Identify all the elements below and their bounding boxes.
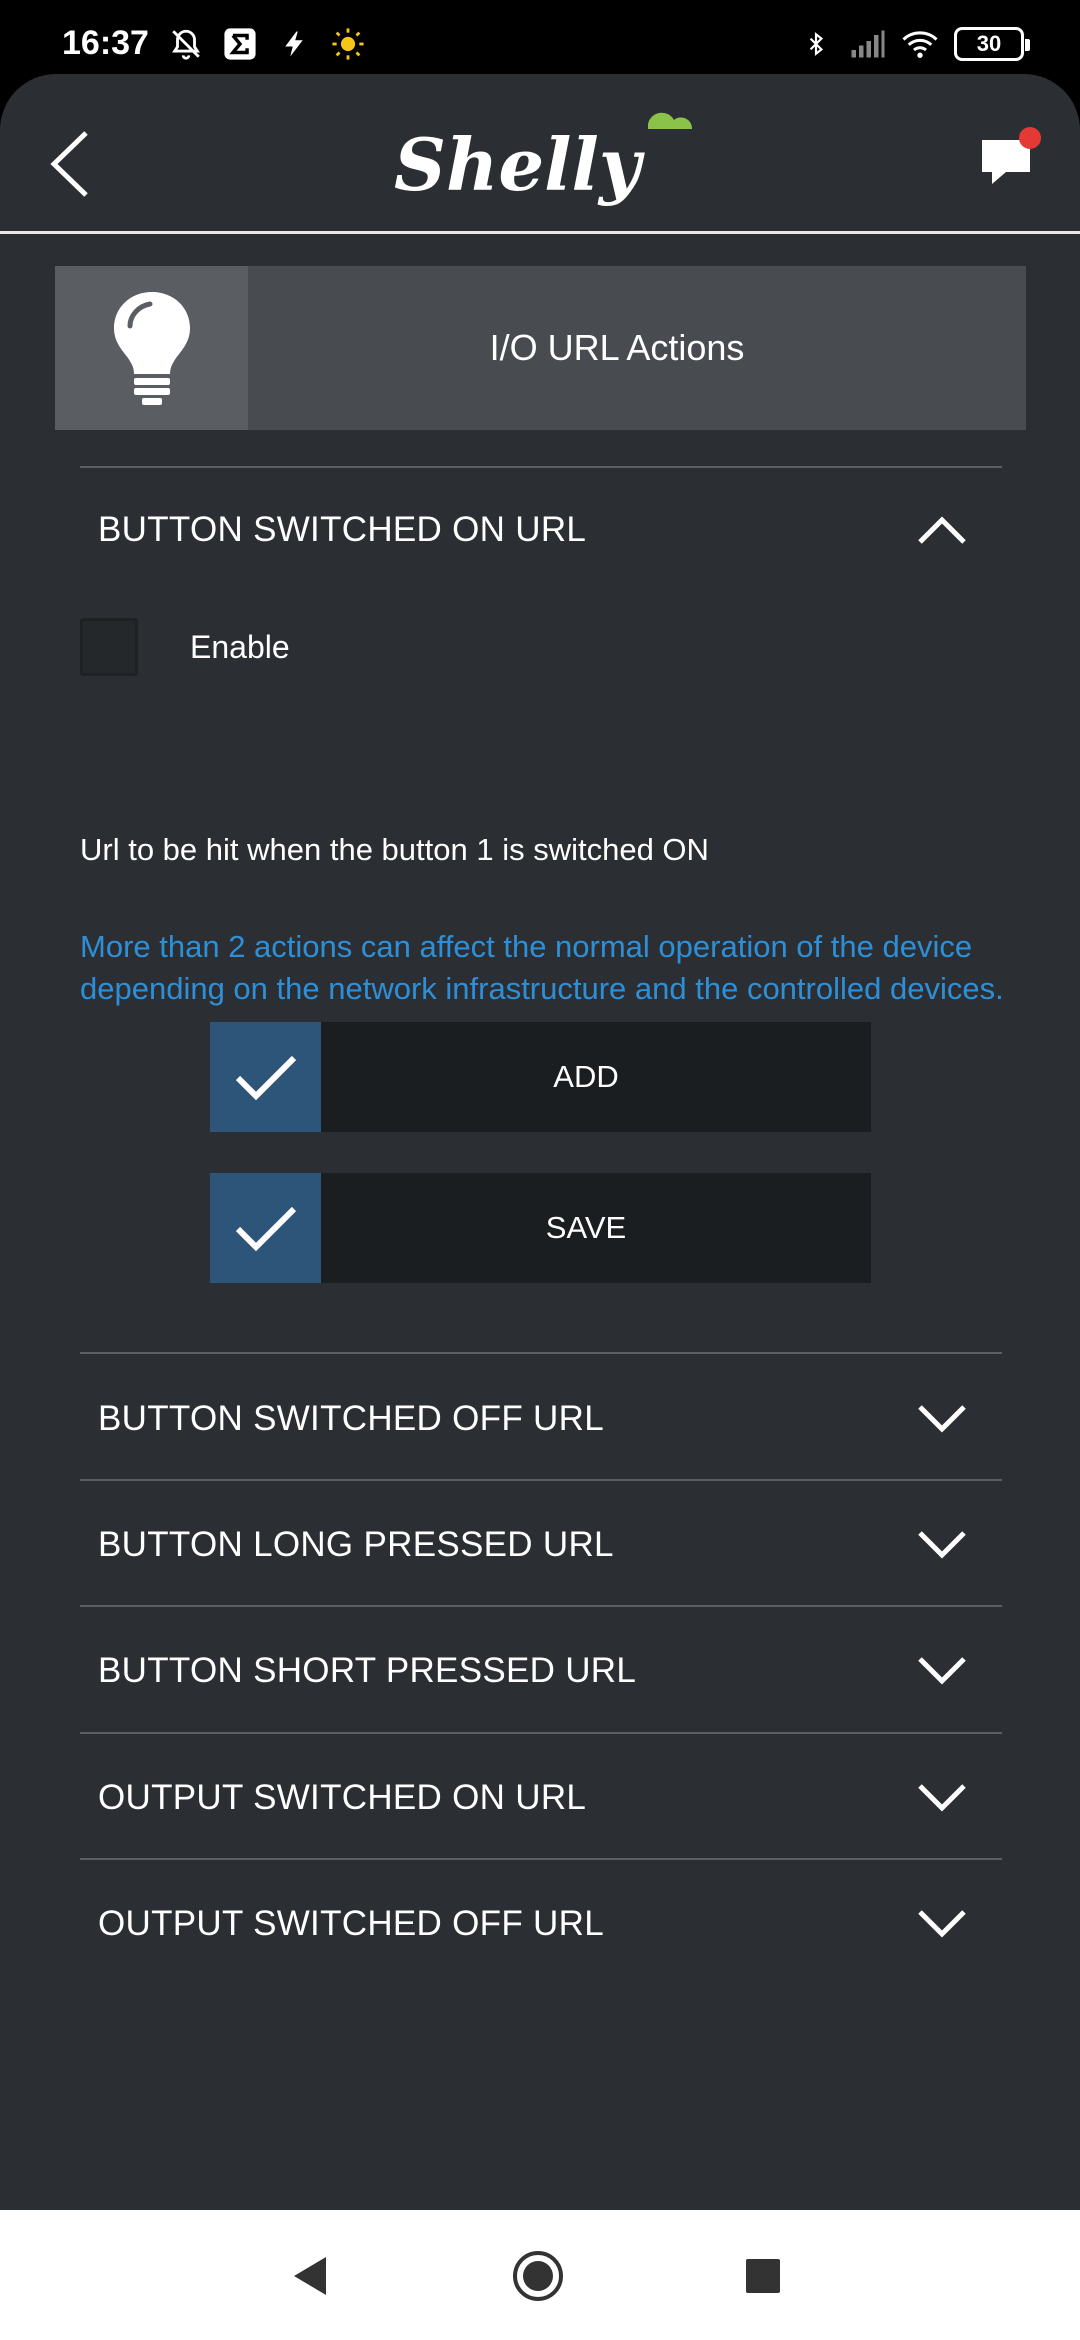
nav-back-button[interactable] (282, 2248, 338, 2304)
chevron-down-icon[interactable] (912, 1525, 972, 1565)
device-icon-box (55, 266, 248, 430)
chevron-down-icon[interactable] (912, 1399, 972, 1439)
back-button[interactable] (40, 124, 100, 204)
bell-off-icon (168, 26, 204, 62)
device-card-header: I/O URL Actions (55, 266, 1026, 430)
sun-icon (330, 26, 366, 62)
page-title: I/O URL Actions (489, 327, 745, 368)
chevron-down-icon[interactable] (912, 1778, 972, 1818)
section-output-switched-off-url[interactable]: OUTPUT SWITCHED OFF URL (80, 1862, 1002, 1986)
bolt-icon (276, 26, 312, 62)
circle-home-icon (513, 2251, 563, 2301)
signal-icon (850, 26, 886, 62)
logo-text: Shelly (394, 122, 645, 207)
chevron-up-icon[interactable] (912, 510, 972, 550)
chat-button[interactable] (976, 122, 1046, 192)
check-icon (210, 1022, 321, 1132)
section-label: OUTPUT SWITCHED ON URL (98, 1778, 587, 1817)
save-button-label: SAVE (545, 1210, 627, 1245)
section-output-switched-on-url[interactable]: OUTPUT SWITCHED ON URL (80, 1736, 1002, 1860)
save-button[interactable]: SAVE (210, 1173, 871, 1283)
section-button-switched-off-url[interactable]: BUTTON SWITCHED OFF URL (80, 1357, 1002, 1481)
check-icon (210, 1173, 321, 1283)
enable-label: Enable (190, 628, 290, 665)
sigma-icon (222, 26, 258, 62)
add-button-label: ADD (553, 1059, 619, 1094)
url-description: Url to be hit when the button 1 is switc… (80, 832, 709, 867)
enable-checkbox[interactable] (80, 618, 138, 676)
section-button-short-pressed-url[interactable]: BUTTON SHORT PRESSED URL (80, 1609, 1002, 1733)
status-time: 16:37 (62, 24, 149, 62)
section-label: BUTTON SHORT PRESSED URL (98, 1651, 637, 1690)
nav-home-button[interactable] (510, 2248, 566, 2304)
section-button-switched-on-url[interactable]: BUTTON SWITCHED ON URL (80, 468, 1002, 592)
enable-row: Enable (80, 618, 290, 676)
square-recents-icon (746, 2259, 780, 2293)
nav-recents-button[interactable] (735, 2248, 791, 2304)
lightbulb-icon (113, 292, 190, 405)
app-window: Shelly I/O URL Actions BUTTON SWITCHED O… (0, 74, 1080, 2210)
divider (80, 1479, 1002, 1481)
divider (80, 1352, 1002, 1354)
section-label: BUTTON SWITCHED OFF URL (98, 1399, 604, 1438)
section-label: BUTTON LONG PRESSED URL (98, 1525, 614, 1564)
status-icons-left (168, 26, 366, 62)
chat-icon (982, 127, 1041, 184)
section-label: BUTTON SWITCHED ON URL (98, 510, 587, 549)
system-nav-bar (0, 2210, 1080, 2340)
section-button-long-pressed-url[interactable]: BUTTON LONG PRESSED URL (80, 1483, 1002, 1607)
wifi-icon (902, 26, 938, 62)
shelly-logo: Shelly (390, 102, 700, 212)
chevron-left-icon (50, 131, 88, 197)
divider (80, 1732, 1002, 1734)
triangle-back-icon (294, 2257, 326, 2295)
section-label: OUTPUT SWITCHED OFF URL (98, 1904, 604, 1943)
chevron-down-icon[interactable] (912, 1904, 972, 1944)
status-icons-right: 30 (798, 26, 1030, 62)
battery-icon: 30 (954, 27, 1030, 61)
divider (80, 1858, 1002, 1860)
app-header: Shelly (0, 74, 1080, 234)
bluetooth-icon (798, 26, 834, 62)
add-button[interactable]: ADD (210, 1022, 871, 1132)
warning-text: More than 2 actions can affect the norma… (80, 929, 1004, 1006)
divider (80, 1605, 1002, 1607)
chevron-down-icon[interactable] (912, 1651, 972, 1691)
